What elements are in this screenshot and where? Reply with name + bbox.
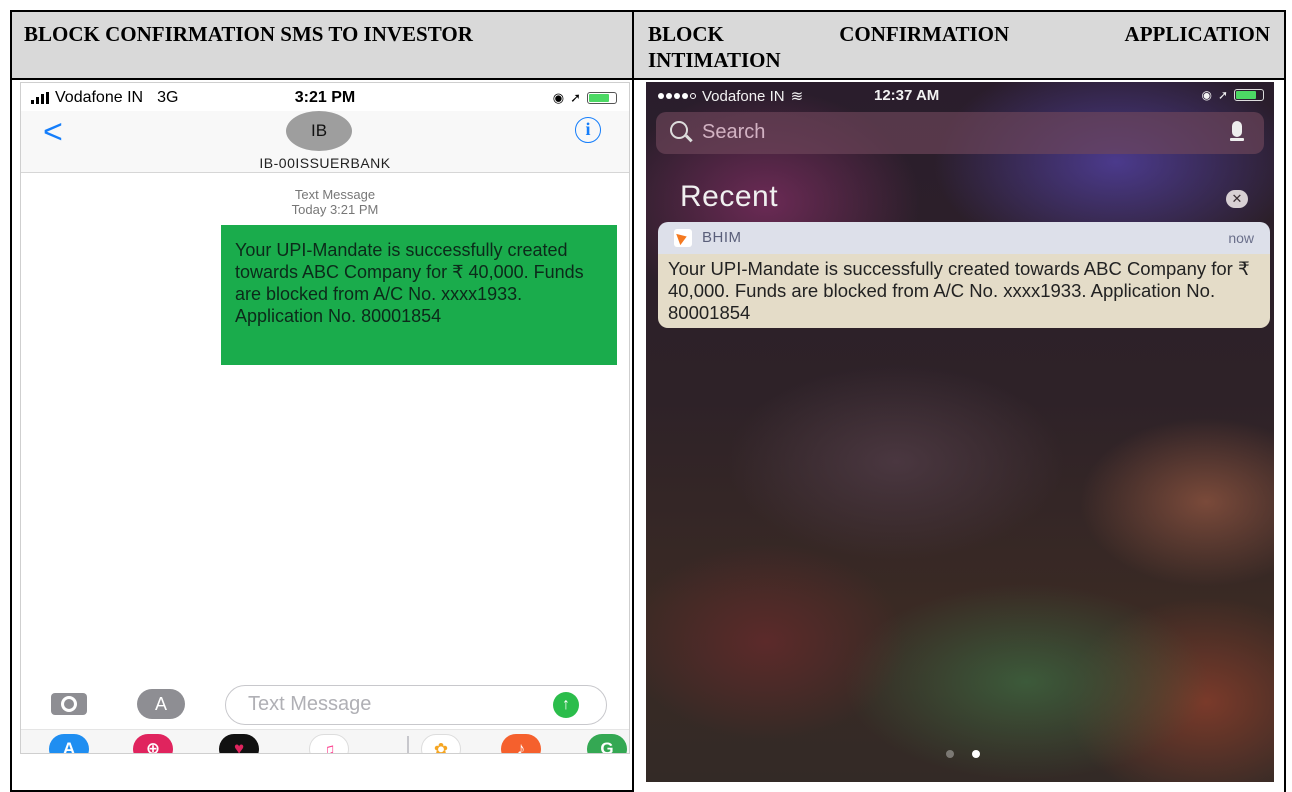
notification-body: Your UPI-Mandate is successfully created… bbox=[658, 254, 1270, 328]
contact-avatar[interactable]: IB bbox=[286, 111, 352, 151]
header-cell-notification: BLOCK CONFIRMATION APPLICATION INTIMATIO… bbox=[632, 10, 1286, 80]
orientation-lock-icon: ◉ bbox=[552, 90, 565, 105]
status-bar: Vodafone IN ≋ 12:37 AM ◉ ➚ bbox=[646, 82, 1274, 108]
signal-dots-icon bbox=[658, 93, 696, 99]
message-timestamp: Today 3:21 PM bbox=[291, 202, 379, 217]
orientation-lock-icon: ◉ bbox=[1201, 88, 1212, 102]
header-word: CONFIRMATION bbox=[839, 22, 1010, 46]
status-bar: Vodafone IN 3G 3:21 PM ◉ ➚ bbox=[21, 83, 629, 111]
battery-icon bbox=[587, 92, 617, 104]
heart-sticker-icon[interactable]: ♥ bbox=[219, 734, 259, 753]
search-bar[interactable]: Search bbox=[656, 112, 1264, 154]
status-icons: ◉ ➚ bbox=[1201, 88, 1264, 102]
status-time: 3:21 PM bbox=[294, 89, 356, 106]
notification-card[interactable]: BHIM now Your UPI-Mandate is successfull… bbox=[658, 222, 1270, 328]
search-placeholder: Search bbox=[702, 121, 766, 143]
page-dot-active bbox=[972, 750, 980, 758]
message-type: Text Message bbox=[294, 187, 376, 202]
info-icon[interactable]: i bbox=[575, 117, 601, 143]
notification-header: BHIM now bbox=[658, 222, 1270, 254]
message-bubble[interactable]: Your UPI-Mandate is successfully created… bbox=[221, 225, 617, 365]
sms-screenshot: Vodafone IN 3G 3:21 PM ◉ ➚ < IB IB-00ISS… bbox=[20, 82, 630, 754]
microphone-icon[interactable] bbox=[1230, 121, 1244, 141]
maps-icon[interactable]: G bbox=[587, 734, 627, 753]
header-notification-line1: BLOCK CONFIRMATION APPLICATION bbox=[648, 21, 1270, 47]
page-dot bbox=[946, 750, 954, 758]
camera-icon[interactable] bbox=[51, 693, 87, 715]
contact-name[interactable]: IB-00ISSUERBANK bbox=[21, 155, 629, 171]
notification-screenshot: Vodafone IN ≋ 12:37 AM ◉ ➚ Search Recent… bbox=[646, 82, 1274, 782]
header-word: BLOCK bbox=[648, 22, 724, 46]
notification-app-name: BHIM bbox=[702, 229, 742, 246]
carrier-name: Vodafone IN bbox=[702, 87, 785, 105]
app-drawer: A ⊕ ♥ ♫ ✿ ♪ G bbox=[21, 729, 629, 753]
header-word: APPLICATION bbox=[1124, 22, 1270, 46]
notification-time: now bbox=[1228, 230, 1254, 246]
header-sms-label: BLOCK CONFIRMATION SMS TO INVESTOR bbox=[24, 22, 473, 46]
compose-bar: A Text Message ↑ bbox=[21, 683, 629, 725]
message-input[interactable]: Text Message bbox=[225, 685, 607, 725]
section-title: Recent bbox=[680, 180, 779, 213]
search-icon bbox=[670, 121, 688, 139]
tray-divider bbox=[407, 736, 409, 753]
conversation-header: < IB IB-00ISSUERBANK i bbox=[21, 111, 629, 173]
app-store-icon[interactable]: A bbox=[49, 734, 89, 753]
app-store-icon[interactable]: A bbox=[137, 689, 185, 719]
web-search-icon[interactable]: ⊕ bbox=[133, 734, 173, 753]
carrier-info: Vodafone IN ≋ bbox=[658, 87, 803, 105]
header-notification-line2: INTIMATION bbox=[648, 48, 781, 72]
header-cell-sms: BLOCK CONFIRMATION SMS TO INVESTOR bbox=[10, 10, 634, 80]
wifi-icon: ≋ bbox=[790, 88, 804, 105]
bhim-app-icon bbox=[674, 229, 692, 247]
status-icons: ◉ ➚ bbox=[553, 90, 617, 106]
garageband-icon[interactable]: ♪ bbox=[501, 734, 541, 753]
photos-icon[interactable]: ✿ bbox=[421, 734, 461, 753]
status-time: 12:37 AM bbox=[874, 87, 940, 104]
location-icon: ➚ bbox=[570, 90, 581, 105]
location-icon: ➚ bbox=[1217, 88, 1228, 102]
send-arrow-icon[interactable]: ↑ bbox=[553, 692, 579, 718]
message-meta: Text Message Today 3:21 PM bbox=[21, 187, 629, 217]
page-indicator[interactable] bbox=[946, 750, 980, 758]
back-chevron-icon[interactable]: < bbox=[43, 115, 63, 149]
clear-close-icon[interactable]: ✕ bbox=[1226, 190, 1248, 208]
battery-icon bbox=[1234, 89, 1264, 101]
music-icon[interactable]: ♫ bbox=[309, 734, 349, 753]
